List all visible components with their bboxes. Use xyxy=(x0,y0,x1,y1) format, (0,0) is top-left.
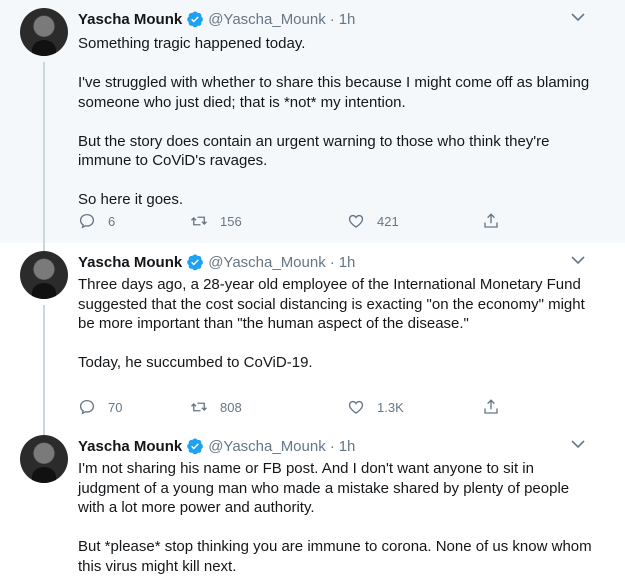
like-count: 421 xyxy=(377,213,399,229)
author-name[interactable]: Yascha Mounk xyxy=(78,438,182,455)
share-button[interactable] xyxy=(482,398,500,416)
retweet-icon xyxy=(191,216,207,226)
tweet-text: Something tragic happened today. I've st… xyxy=(78,35,590,208)
chevron-down-icon[interactable] xyxy=(571,439,585,449)
tweet-text: I'm not sharing his name or FB post. And… xyxy=(78,460,592,575)
tweet-header: Yascha Mounk @Yascha_Mounk · 1h xyxy=(78,436,355,456)
retweet-icon xyxy=(191,402,207,412)
tweet-header: Yascha Mounk @Yascha_Mounk · 1h xyxy=(78,252,355,272)
author-handle[interactable]: @Yascha_Mounk xyxy=(208,11,326,28)
chevron-down-icon[interactable] xyxy=(571,255,585,265)
retweet-count: 808 xyxy=(220,399,242,415)
author-name[interactable]: Yascha Mounk xyxy=(78,254,182,271)
thread-line xyxy=(43,305,45,427)
tweet-actions: 6 156 421 xyxy=(78,212,508,232)
retweet-button[interactable]: 156 xyxy=(190,212,242,230)
reply-count: 70 xyxy=(108,399,123,415)
retweet-count: 156 xyxy=(220,213,242,229)
separator-dot: · xyxy=(329,253,335,271)
like-button[interactable]: 421 xyxy=(347,212,399,230)
tweet-text: Three days ago, a 28-year old employee o… xyxy=(78,276,585,371)
thread-line xyxy=(43,62,45,243)
reply-icon xyxy=(79,399,95,415)
verified-badge-icon xyxy=(187,254,204,271)
like-button[interactable]: 1.3K xyxy=(347,398,404,416)
author-handle[interactable]: @Yascha_Mounk xyxy=(208,438,326,455)
author-name[interactable]: Yascha Mounk xyxy=(78,11,182,28)
chevron-down-icon[interactable] xyxy=(571,12,585,22)
reply-button[interactable]: 70 xyxy=(78,398,122,416)
tweet[interactable]: Yascha Mounk @Yascha_Mounk · 1h Somethin… xyxy=(0,0,625,243)
tweet-header: Yascha Mounk @Yascha_Mounk · 1h xyxy=(78,9,355,29)
verified-badge-icon xyxy=(187,438,204,455)
timestamp[interactable]: 1h xyxy=(339,11,356,28)
tweet-actions: 70 808 1.3K xyxy=(78,398,508,418)
like-icon xyxy=(348,214,364,228)
tweet[interactable]: Yascha Mounk @Yascha_Mounk · 1h I'm not … xyxy=(0,427,625,587)
like-count: 1.3K xyxy=(377,399,404,415)
avatar[interactable] xyxy=(20,8,68,56)
timestamp[interactable]: 1h xyxy=(339,438,356,455)
share-button[interactable] xyxy=(482,212,500,230)
separator-dot: · xyxy=(329,10,335,28)
share-icon xyxy=(484,399,498,414)
retweet-button[interactable]: 808 xyxy=(190,398,242,416)
reply-count: 6 xyxy=(108,213,116,229)
avatar[interactable] xyxy=(20,435,68,483)
verified-badge-icon xyxy=(187,11,204,28)
reply-button[interactable]: 6 xyxy=(78,212,115,230)
tweet[interactable]: Yascha Mounk @Yascha_Mounk · 1h Three da… xyxy=(0,243,625,427)
share-icon xyxy=(484,213,498,228)
timestamp[interactable]: 1h xyxy=(339,254,356,271)
separator-dot: · xyxy=(329,437,335,455)
author-handle[interactable]: @Yascha_Mounk xyxy=(208,254,326,271)
reply-icon xyxy=(79,213,95,229)
like-icon xyxy=(348,400,364,414)
thread-line xyxy=(43,427,45,435)
avatar[interactable] xyxy=(20,251,68,299)
thread-line xyxy=(43,243,45,251)
